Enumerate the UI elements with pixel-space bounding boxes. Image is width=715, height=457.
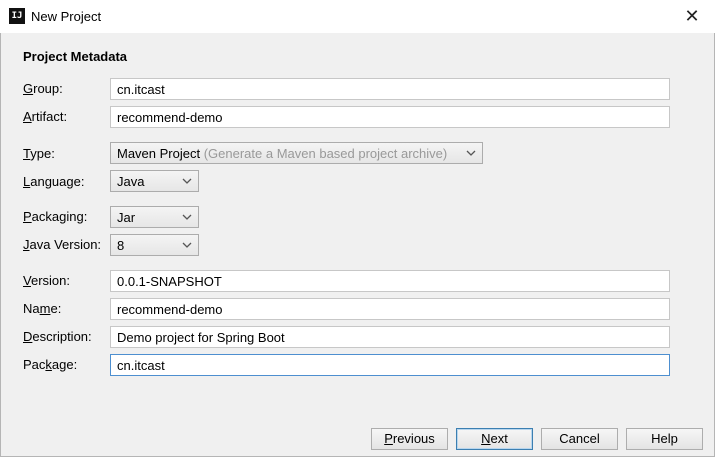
section-title: Project Metadata xyxy=(23,49,128,64)
chevron-down-icon xyxy=(182,178,192,184)
package-label: Package: xyxy=(23,357,78,372)
language-selected-value: Java xyxy=(117,174,145,189)
name-input[interactable] xyxy=(110,298,670,320)
artifact-label: Artifact: xyxy=(23,109,68,124)
language-label: Language: xyxy=(23,174,85,189)
type-selected-value: Maven Project xyxy=(117,146,201,161)
java-version-dropdown[interactable]: 8 xyxy=(110,234,199,256)
dialog-content: Project Metadata Group: Artifact: Type: … xyxy=(1,33,714,456)
packaging-selected-value: Jar xyxy=(117,210,136,225)
artifact-input[interactable] xyxy=(110,106,670,128)
java-version-selected-value: 8 xyxy=(117,238,125,253)
close-icon[interactable]: ✕ xyxy=(669,0,715,33)
type-label: Type: xyxy=(23,146,55,161)
next-button[interactable]: Next xyxy=(456,428,533,450)
type-dropdown[interactable]: Maven Project (Generate a Maven based pr… xyxy=(110,142,483,164)
name-label: Name: xyxy=(23,301,62,316)
package-input[interactable] xyxy=(110,354,670,376)
intellij-app-icon: IJ xyxy=(9,8,25,24)
chevron-down-icon xyxy=(182,214,192,220)
type-hint: (Generate a Maven based project archive) xyxy=(203,146,448,161)
chevron-down-icon xyxy=(466,150,476,156)
group-label: Group: xyxy=(23,81,63,96)
title-bar[interactable]: IJ New Project ✕ xyxy=(0,0,715,33)
chevron-down-icon xyxy=(182,242,192,248)
window-title: New Project xyxy=(31,9,102,24)
group-input[interactable] xyxy=(110,78,670,100)
description-label: Description: xyxy=(23,329,92,344)
previous-button[interactable]: Previous xyxy=(371,428,448,450)
cancel-button[interactable]: Cancel xyxy=(541,428,618,450)
packaging-label: Packaging: xyxy=(23,209,88,224)
description-input[interactable] xyxy=(110,326,670,348)
version-label: Version: xyxy=(23,273,70,288)
java-version-label: Java Version: xyxy=(23,237,102,252)
packaging-dropdown[interactable]: Jar xyxy=(110,206,199,228)
version-input[interactable] xyxy=(110,270,670,292)
language-dropdown[interactable]: Java xyxy=(110,170,199,192)
help-button[interactable]: Help xyxy=(626,428,703,450)
